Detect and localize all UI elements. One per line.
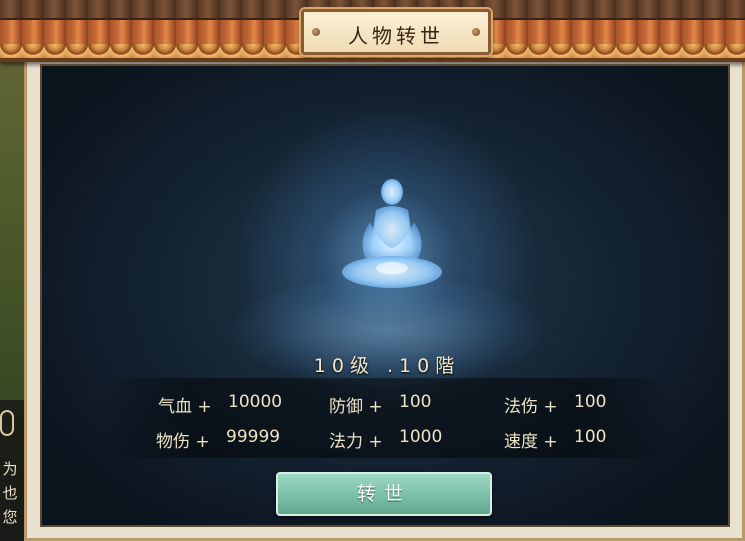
stat-speed: 速度 + 100 — [504, 427, 606, 452]
title-plaque: 人物转世 — [301, 9, 491, 55]
stat-value: 99999 — [226, 427, 281, 447]
stat-physical-damage: 物伤 + 99999 — [156, 427, 280, 452]
stat-label: 速度 + — [504, 432, 558, 452]
stat-magic-damage: 法伤 + 100 — [504, 392, 606, 417]
stat-value: 10000 — [228, 392, 283, 412]
nail-icon — [472, 28, 480, 36]
stat-value: 100 — [574, 427, 607, 447]
rebirth-button[interactable]: 转世 — [276, 472, 492, 516]
stat-label: 法力 + — [329, 432, 383, 452]
meditating-figure-icon — [342, 179, 442, 288]
chat-line: 也 — [2, 484, 18, 502]
level-text: 10级 .10階 — [313, 355, 461, 377]
chat-line: 您 — [2, 508, 18, 526]
stat-value: 100 — [574, 392, 607, 412]
rebirth-scene: 10级 .10階 气血 + 10000 防御 + 100 法伤 + 100 物伤… — [40, 64, 730, 527]
stat-label: 气血 + — [158, 397, 212, 417]
stat-mana: 法力 + 1000 — [329, 427, 442, 452]
microphone-icon[interactable] — [0, 410, 14, 436]
chat-line: 为 — [2, 460, 18, 478]
stat-hp: 气血 + 10000 — [158, 392, 282, 417]
stat-label: 防御 + — [329, 397, 383, 417]
stat-defense: 防御 + 100 — [329, 392, 431, 417]
stat-label: 法伤 + — [504, 397, 558, 417]
stat-label: 物伤 + — [156, 432, 210, 452]
stat-value: 100 — [399, 392, 432, 412]
stat-value: 1000 — [399, 427, 443, 447]
stats-panel: 气血 + 10000 防御 + 100 法伤 + 100 物伤 + 99999 … — [102, 378, 672, 458]
window-title: 人物转世 — [348, 24, 444, 48]
